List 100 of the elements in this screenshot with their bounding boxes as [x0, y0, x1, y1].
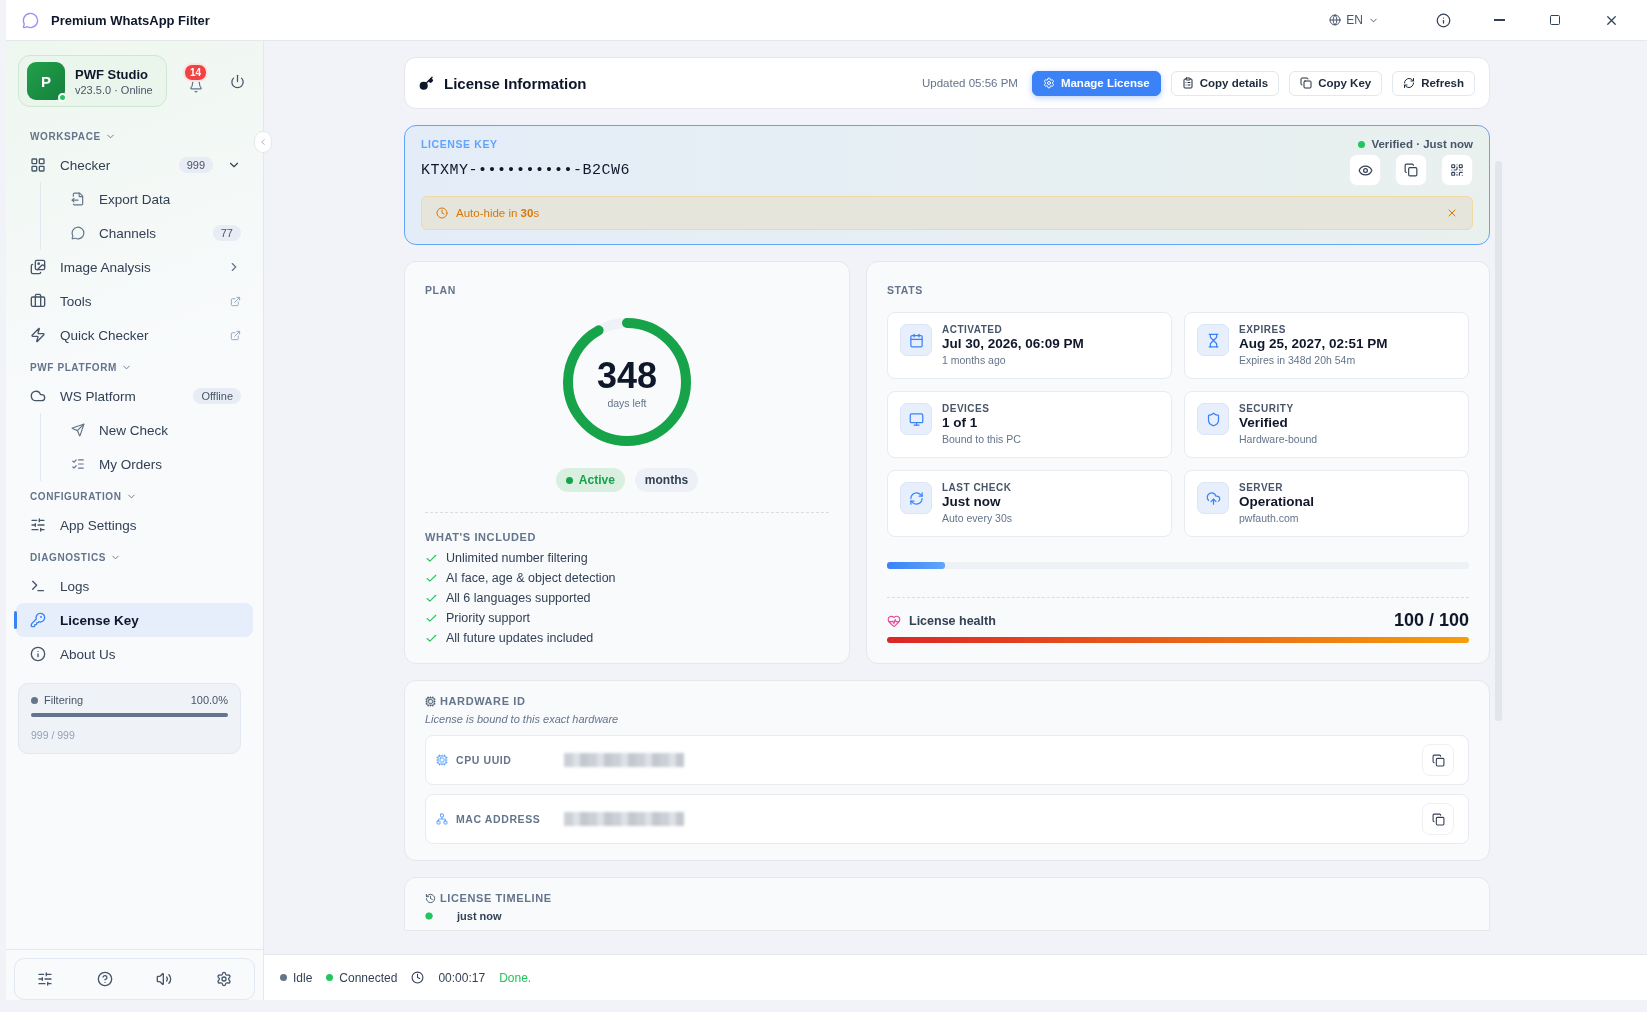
section-header[interactable]: DIAGNOSTICS	[16, 542, 136, 569]
notification-badge: 14	[183, 63, 209, 82]
nav-icon	[71, 423, 85, 437]
count-badge: 999	[178, 157, 213, 173]
hardware-subtitle: License is bound to this exact hardware	[425, 713, 620, 725]
status-message: Done.	[499, 970, 532, 985]
stat-label: ACTIVATED	[942, 324, 1004, 335]
verified-status: Verified · Just now	[1358, 138, 1473, 150]
stat-icon	[1197, 403, 1229, 435]
nav-item[interactable]: Image Analysis	[16, 250, 253, 284]
profile-status: v23.5.0 · Online	[75, 83, 153, 96]
profile-card[interactable]: P PWF Studio v23.5.0 · Online	[18, 55, 168, 107]
stat-note: Auto every 30s	[942, 512, 1013, 524]
stat-note: pwfauth.com	[1239, 512, 1300, 524]
timeline-time: just now	[457, 910, 502, 922]
clock-icon	[436, 207, 448, 219]
stat-label: SECURITY	[1239, 403, 1295, 414]
section-label: HARDWARE ID	[440, 695, 526, 707]
nav-item[interactable]: Checker 999	[16, 148, 253, 182]
nav-icon	[30, 293, 46, 309]
clock-icon	[411, 971, 425, 984]
history-icon	[425, 892, 436, 904]
stat-label: SERVER	[1239, 482, 1284, 493]
nav-item[interactable]: WS Platform Offline	[16, 379, 253, 413]
nav-icon	[30, 259, 46, 275]
section-label: WHAT'S INCLUDED	[425, 531, 536, 543]
qr-code-button[interactable]	[1441, 154, 1473, 186]
stat-value: 1 of 1	[942, 415, 979, 430]
section-label: LICENSE KEY	[421, 138, 498, 150]
power-icon	[230, 73, 245, 89]
stat-icon	[1197, 482, 1229, 514]
copy-icon	[1404, 163, 1418, 177]
nav-item[interactable]: About Us	[16, 637, 253, 671]
nav-item[interactable]: App Settings	[16, 508, 253, 542]
health-label: License health	[909, 613, 996, 628]
profile-name: PWF Studio	[75, 66, 149, 82]
copy-button[interactable]	[1422, 744, 1454, 776]
window-title: Premium WhatsApp Filter	[51, 12, 211, 28]
stat-icon	[900, 482, 932, 514]
nav-icon	[71, 457, 85, 471]
stat-label: EXPIRES	[1239, 324, 1287, 335]
stat-note: 1 months ago	[942, 354, 1007, 366]
updated-time: Updated 05:56 PM	[922, 77, 1018, 89]
app-logo-icon	[22, 11, 39, 29]
copy-button[interactable]	[1422, 803, 1454, 835]
section-header[interactable]: CONFIGURATION	[16, 481, 151, 508]
nav-icon	[30, 388, 46, 404]
nav-icon	[71, 192, 85, 206]
hardware-icon	[436, 813, 448, 825]
nav-subitem[interactable]: Export Data	[41, 182, 253, 216]
nav-subitem[interactable]: New Check	[41, 413, 253, 447]
stat-label: LAST CHECK	[942, 482, 1013, 493]
stat-icon	[1197, 324, 1229, 356]
copy-icon	[1300, 77, 1313, 89]
eye-icon	[1357, 162, 1373, 178]
feature-text: All future updates included	[446, 631, 594, 645]
clipboard-icon	[1181, 77, 1194, 89]
copy-button[interactable]	[1395, 154, 1427, 186]
avatar: P	[27, 62, 65, 100]
section-header[interactable]: WORKSPACE	[16, 121, 130, 148]
stat-label: DEVICES	[942, 403, 991, 414]
gear-icon	[1042, 77, 1055, 89]
nav-item[interactable]: Quick Checker	[16, 318, 253, 352]
key-icon	[419, 75, 434, 91]
help-icon	[96, 971, 113, 987]
nav-item[interactable]: Tools	[16, 284, 253, 318]
term-badge: months	[634, 468, 699, 492]
minimize-icon	[1493, 19, 1505, 21]
nav-item[interactable]: Logs	[16, 569, 253, 603]
days-left-label: days left	[607, 397, 647, 409]
count-badge: Offline	[193, 388, 241, 404]
stat-icon	[900, 324, 932, 356]
nav-icon	[30, 612, 46, 628]
nav-subitem[interactable]: Channels 77	[41, 216, 253, 250]
section-label: STATS	[887, 284, 923, 296]
elapsed-timer: 00:00:17	[438, 970, 486, 985]
nav-item[interactable]: License Key	[16, 603, 253, 637]
toolbar-button[interactable]: Refresh	[1392, 70, 1475, 96]
nav-icon	[30, 646, 46, 662]
nav-subitem[interactable]: My Orders	[41, 447, 253, 481]
page-title: License Information	[444, 74, 588, 92]
bell-icon[interactable]	[188, 79, 203, 93]
language-selector[interactable]: EN	[1323, 12, 1385, 28]
status-dot	[31, 696, 38, 704]
stat-value: Aug 25, 2027, 02:51 PM	[1239, 336, 1388, 351]
progress-count: 999 / 999	[31, 729, 75, 741]
show-key-button[interactable]	[1349, 154, 1381, 186]
nav-icon	[30, 578, 46, 594]
toolbar-button[interactable]: Manage License	[1031, 70, 1161, 96]
chevron-left-icon	[258, 137, 268, 147]
section-label: LICENSE TIMELINE	[440, 892, 552, 904]
stat-value: Just now	[942, 494, 1002, 509]
chip-icon	[425, 695, 436, 707]
days-left-value: 348	[596, 355, 658, 397]
timeline-dot-icon	[425, 912, 433, 920]
section-header[interactable]: PWF PLATFORM	[16, 352, 146, 379]
nav-icon	[71, 226, 85, 240]
toolbar-button[interactable]: Copy details	[1170, 70, 1280, 96]
close-button[interactable]	[1446, 207, 1458, 219]
toolbar-button[interactable]: Copy Key	[1289, 70, 1383, 96]
